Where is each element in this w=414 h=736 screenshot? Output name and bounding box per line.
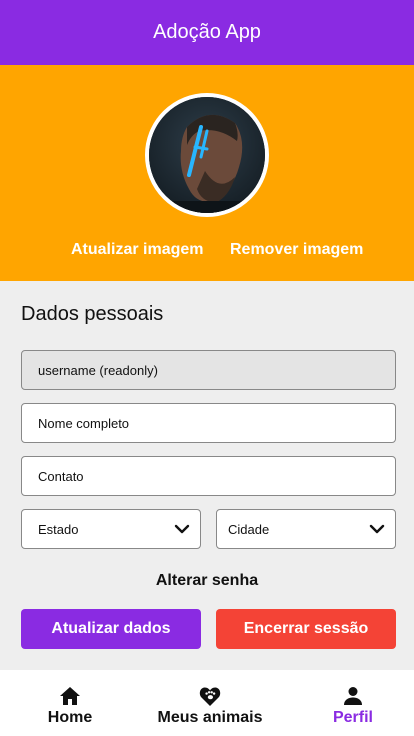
fullname-field[interactable]: Nome completo <box>21 403 396 443</box>
state-select[interactable]: Estado <box>21 509 201 549</box>
person-icon <box>344 687 362 705</box>
state-select-label: Estado <box>38 521 79 537</box>
city-select-label: Cidade <box>228 521 270 537</box>
contact-placeholder: Contato <box>38 468 84 484</box>
city-select[interactable]: Cidade <box>216 509 396 549</box>
heart-paw-icon <box>199 687 221 706</box>
change-password-link[interactable]: Alterar senha <box>0 572 414 590</box>
section-title: Dados pessoais <box>21 303 164 325</box>
profile-header: Atualizar imagem Remover imagem <box>0 65 414 281</box>
contact-field[interactable]: Contato <box>21 456 396 496</box>
logout-button[interactable]: Encerrar sessão <box>216 609 396 649</box>
username-value: username (readonly) <box>38 362 158 378</box>
profile-avatar <box>145 93 269 217</box>
nav-item-label: Meus animais <box>157 709 263 726</box>
app-bar: Adoção App <box>0 0 414 65</box>
nav-item-my-animals[interactable]: Meus animais <box>156 684 264 727</box>
home-icon <box>60 687 80 705</box>
bottom-nav: Home Meus animais Perfil <box>0 670 414 736</box>
remove-image-button[interactable]: Remover imagem <box>230 241 363 259</box>
nav-item-label: Perfil <box>332 709 373 726</box>
username-field: username (readonly) <box>21 350 396 390</box>
app-title: Adoção App <box>153 21 261 43</box>
fullname-placeholder: Nome completo <box>38 415 130 431</box>
nav-item-label: Home <box>47 709 93 726</box>
update-image-button[interactable]: Atualizar imagem <box>71 241 203 259</box>
avatar-photo <box>149 97 265 213</box>
update-data-button[interactable]: Atualizar dados <box>21 609 201 649</box>
nav-item-profile[interactable]: Perfil <box>329 684 377 727</box>
nav-item-home[interactable]: Home <box>43 684 97 727</box>
chevron-down-icon <box>369 524 385 534</box>
chevron-down-icon <box>174 524 190 534</box>
